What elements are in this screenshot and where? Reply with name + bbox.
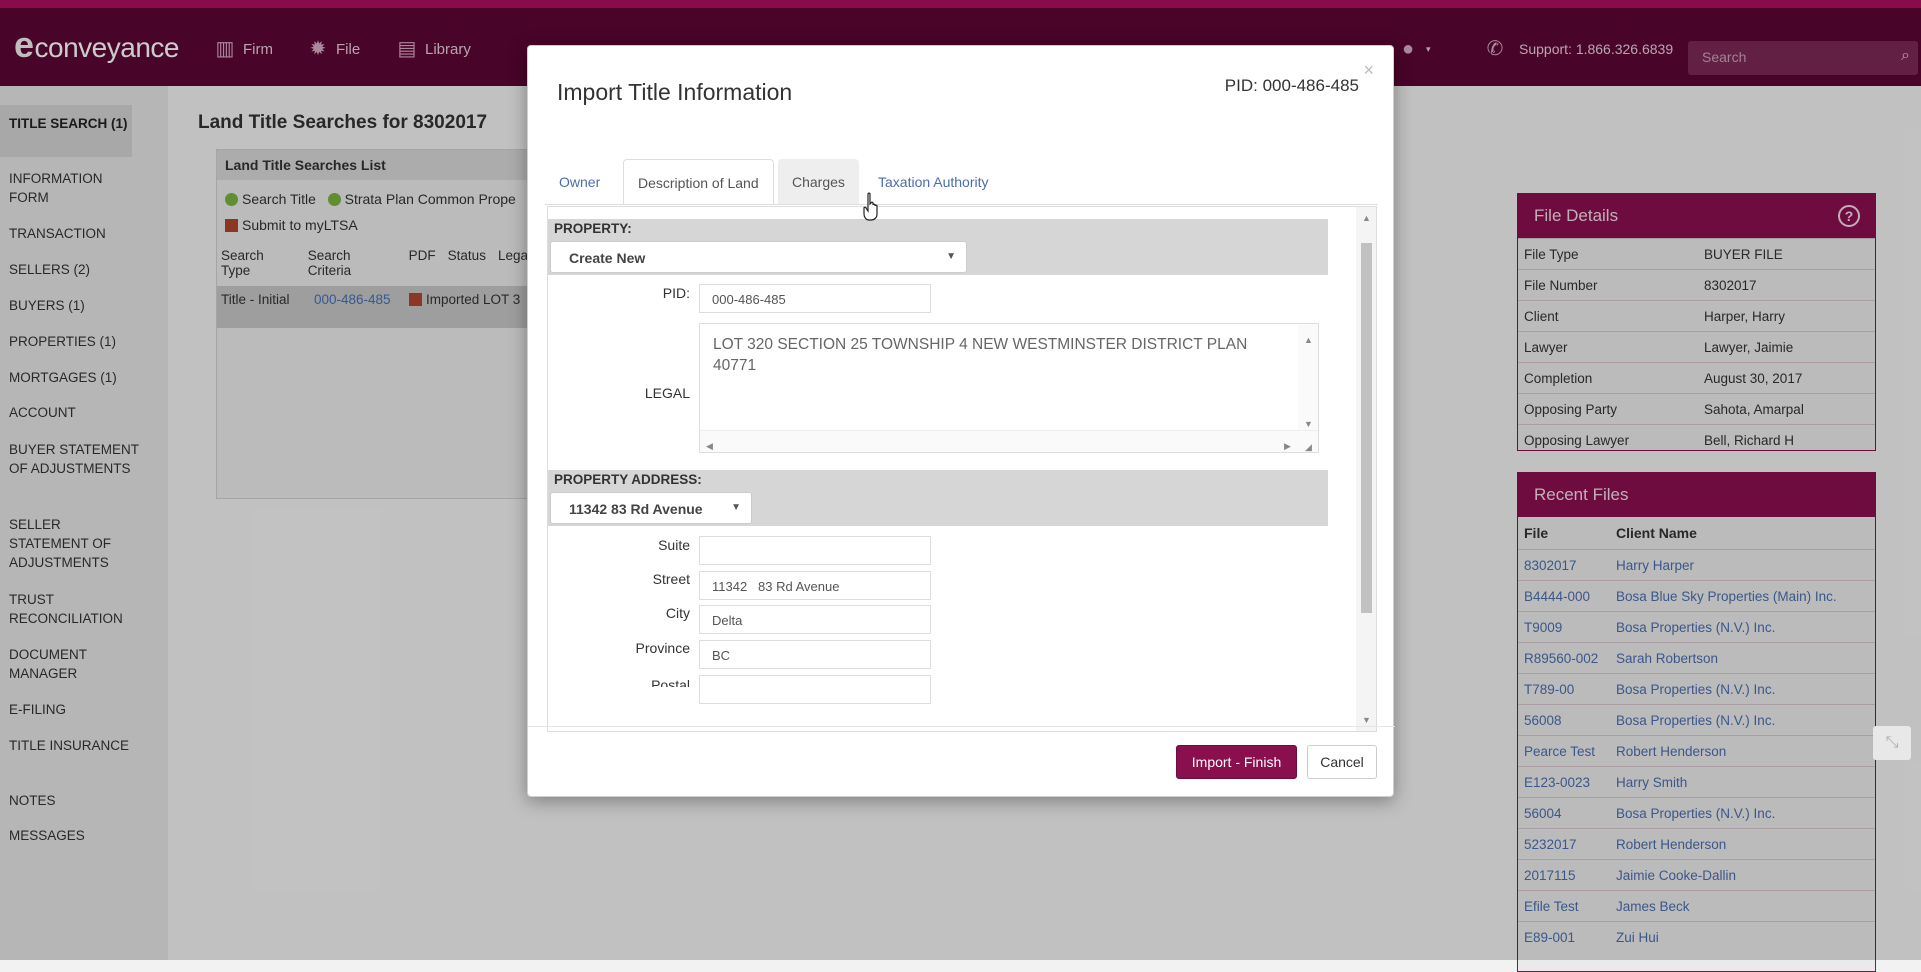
scroll-up-icon[interactable]: ▲ (1304, 330, 1313, 351)
scroll-right-icon[interactable]: ▶ (1284, 436, 1291, 457)
city-field[interactable]: Delta (699, 605, 931, 634)
address-select[interactable]: 11342 83 Rd Avenue ▼ (550, 492, 752, 524)
property-label: PROPERTY: (554, 221, 632, 236)
caret-down-icon: ▼ (946, 251, 956, 262)
postal-label: Postal (651, 677, 690, 687)
pid-label: PID: (662, 285, 690, 301)
legal-vertical-scrollbar[interactable]: ▲ ▼ (1298, 324, 1318, 432)
cancel-button[interactable]: Cancel (1307, 745, 1377, 779)
property-select-value: Create New (569, 250, 646, 266)
expand-icon[interactable]: ⤡ (1873, 726, 1911, 760)
scroll-down-icon[interactable]: ▼ (1362, 715, 1371, 725)
suite-field[interactable] (699, 536, 931, 565)
tab-description-of-land[interactable]: Description of Land (623, 159, 774, 205)
property-address-label: PROPERTY ADDRESS: (554, 472, 702, 487)
scrollbar-thumb[interactable] (1361, 243, 1372, 613)
address-select-value: 11342 83 Rd Avenue (569, 501, 703, 517)
province-field[interactable]: BC (699, 640, 931, 669)
property-section: PROPERTY: Create New ▼ (548, 219, 1328, 275)
tab-owner[interactable]: Owner (545, 159, 614, 205)
suite-label: Suite (658, 537, 690, 553)
modal-footer-divider (528, 726, 1395, 727)
tab-divider (545, 204, 1378, 205)
property-address-section: PROPERTY ADDRESS: 11342 83 Rd Avenue ▼ (548, 470, 1328, 526)
city-label: City (665, 605, 690, 621)
close-icon[interactable]: × (1363, 60, 1374, 81)
postal-field[interactable] (699, 675, 931, 704)
scroll-up-icon[interactable]: ▲ (1362, 213, 1371, 223)
form-vertical-scrollbar[interactable]: ▲ ▼ (1356, 207, 1376, 731)
street-label: Street (652, 571, 690, 587)
modal-tabs: Owner Description of Land Charges Taxati… (545, 159, 1378, 205)
tab-charges[interactable]: Charges (778, 159, 859, 205)
legal-horizontal-scrollbar[interactable]: ◀ ▶ ◢ (700, 430, 1318, 452)
tab-taxation-authority[interactable]: Taxation Authority (864, 159, 1003, 205)
caret-down-icon: ▼ (731, 502, 741, 513)
legal-text: LOT 320 SECTION 25 TOWNSHIP 4 NEW WESTMI… (713, 336, 1248, 374)
hand-cursor-icon (863, 192, 878, 221)
resize-handle-icon[interactable]: ◢ (1305, 437, 1312, 458)
import-title-modal: × Import Title Information PID: 000-486-… (527, 45, 1395, 797)
scroll-left-icon[interactable]: ◀ (706, 436, 713, 457)
import-finish-button[interactable]: Import - Finish (1176, 745, 1297, 779)
legal-textarea[interactable]: LOT 320 SECTION 25 TOWNSHIP 4 NEW WESTMI… (699, 323, 1319, 453)
pid-field[interactable]: 000-486-485 (699, 284, 931, 313)
street-field[interactable]: 11342 83 Rd Avenue (699, 571, 931, 600)
legal-label: LEGAL (644, 385, 690, 401)
modal-title: Import Title Information (557, 79, 793, 105)
modal-pid: PID: 000-486-485 (1224, 76, 1359, 95)
description-of-land-form: PROPERTY: Create New ▼ PID: 000-486-485 … (547, 206, 1377, 732)
property-select[interactable]: Create New ▼ (550, 241, 967, 273)
province-label: Province (635, 640, 690, 656)
